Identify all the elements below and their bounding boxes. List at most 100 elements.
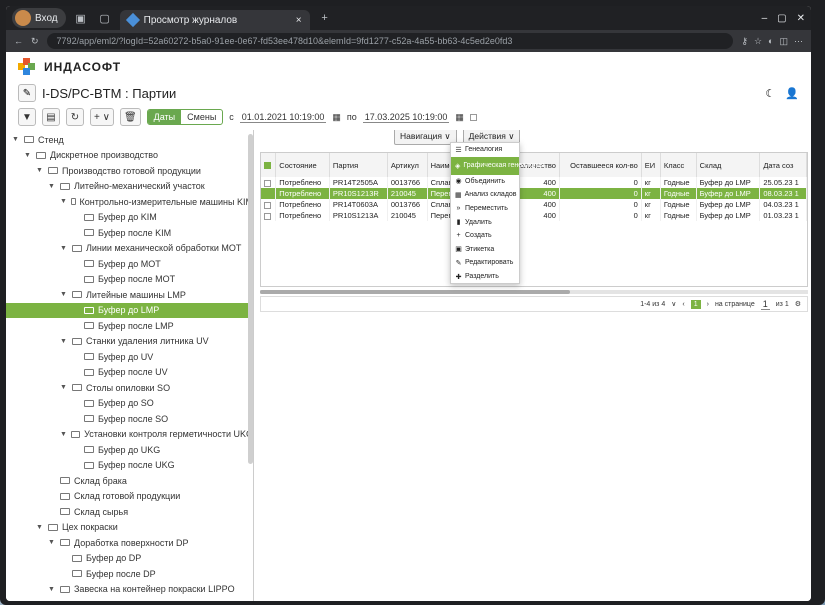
- table-row[interactable]: ПотребленоPR10S1213R210045Переплав Аллан…: [261, 188, 807, 199]
- tree-node[interactable]: ▼ Доработка поверхности DP: [6, 535, 253, 551]
- prev-page-icon[interactable]: ‹: [682, 301, 684, 308]
- chevron-down-icon[interactable]: ▼: [12, 136, 20, 143]
- tree-node[interactable]: ▼ Станки удаления литника UV: [6, 334, 253, 350]
- tree-node[interactable]: Склад готовой продукции: [6, 489, 253, 505]
- profile-button[interactable]: Вход: [12, 8, 66, 28]
- column-header[interactable]: Партия: [329, 153, 388, 177]
- tree-node[interactable]: Буфер после UKG: [6, 458, 253, 474]
- row-checkbox[interactable]: [264, 201, 271, 209]
- calendar-icon[interactable]: ▦: [455, 112, 464, 123]
- calendar-icon[interactable]: ▦: [332, 112, 341, 123]
- menu-item[interactable]: ◈ Графическая генеалогия: [451, 156, 544, 175]
- table-row[interactable]: ПотребленоPR10S1213A210045Переплав Алав4…: [261, 210, 807, 221]
- filter-icon[interactable]: ▼: [18, 108, 36, 126]
- chevron-down-icon[interactable]: ▼: [36, 167, 44, 174]
- column-header[interactable]: Состояние: [275, 153, 330, 177]
- edit-journal-icon[interactable]: ✎: [18, 84, 36, 102]
- per-page-input[interactable]: 1: [760, 299, 770, 310]
- maximize-icon[interactable]: ▢: [777, 13, 786, 24]
- refresh-icon[interactable]: ↻: [66, 108, 84, 126]
- tree-node[interactable]: ▼ Цех покраски: [6, 520, 253, 536]
- tab-dates[interactable]: Даты: [147, 110, 182, 124]
- chevron-down-icon[interactable]: ▼: [36, 524, 44, 531]
- user-icon[interactable]: 👤: [785, 87, 799, 100]
- tree-node[interactable]: Склад брака: [6, 473, 253, 489]
- tree-node[interactable]: Буфер до KIM: [6, 210, 253, 226]
- current-page[interactable]: 1: [690, 299, 701, 309]
- close-window-icon[interactable]: ✕: [797, 13, 805, 24]
- chevron-down-icon[interactable]: ▼: [48, 183, 56, 190]
- navigation-dropdown[interactable]: Навигация ∨: [394, 130, 457, 145]
- minimize-icon[interactable]: –: [762, 13, 768, 24]
- column-header[interactable]: Склад: [696, 153, 761, 177]
- period-checkbox[interactable]: [469, 113, 477, 121]
- chevron-down-icon[interactable]: ▼: [60, 198, 67, 205]
- tree-node[interactable]: Буфер до SO: [6, 396, 253, 412]
- tree-node[interactable]: ▼ Литейно-механический участок: [6, 179, 253, 195]
- tree-node[interactable]: Буфер до UKG: [6, 442, 253, 458]
- chevron-down-icon[interactable]: ▼: [60, 431, 67, 438]
- url-field[interactable]: 7792/app/eml2/?logId=52a60272-b5a0-91ee-…: [46, 33, 734, 49]
- chevron-down-icon[interactable]: ∨: [671, 300, 676, 308]
- tab-groups-icon[interactable]: ▣: [72, 9, 90, 27]
- menu-item[interactable]: ☰ Генеалогия: [451, 143, 519, 157]
- key-icon[interactable]: ⚷: [741, 36, 748, 47]
- tree-node[interactable]: Буфер до UV: [6, 349, 253, 365]
- add-button[interactable]: + ∨: [90, 108, 114, 126]
- tree-node[interactable]: Буфер после MOT: [6, 272, 253, 288]
- column-header[interactable]: Класс: [660, 153, 697, 177]
- chevron-down-icon[interactable]: ▼: [60, 291, 68, 298]
- from-date-input[interactable]: 01.01.2021 10:19:00: [239, 112, 327, 123]
- to-date-input[interactable]: 17.03.2025 10:19:00: [362, 112, 450, 123]
- column-header[interactable]: Оставшееся кол-во: [559, 153, 642, 177]
- tree-node[interactable]: Буфер после DP: [6, 566, 253, 582]
- menu-item[interactable]: ▣ Этикетка: [451, 243, 519, 257]
- tree-node[interactable]: ▼ Контрольно-измерительные машины KIM: [6, 194, 253, 210]
- extensions-icon[interactable]: ◐: [768, 36, 773, 47]
- tree-node[interactable]: Буфер до LMP: [6, 302, 253, 318]
- chevron-down-icon[interactable]: ▼: [60, 245, 68, 252]
- browser-tab[interactable]: Просмотр журналов ×: [119, 10, 310, 30]
- tree-node[interactable]: Склад сырья: [6, 504, 253, 520]
- star-icon[interactable]: ☆: [754, 36, 762, 47]
- settings-icon[interactable]: ⚙: [795, 300, 801, 308]
- tree-node[interactable]: ▼ Производство готовой продукции: [6, 163, 253, 179]
- chevron-down-icon[interactable]: ▼: [24, 152, 32, 159]
- column-header[interactable]: Артикул: [387, 153, 428, 177]
- new-tab-button[interactable]: +: [316, 9, 334, 27]
- menu-item[interactable]: ◉ Объединить: [451, 175, 519, 189]
- tree-node[interactable]: Буфер до DP: [6, 551, 253, 567]
- tree-node[interactable]: ▼ Установки контроля герметичности UKG: [6, 427, 253, 443]
- reload-icon[interactable]: ↻: [31, 36, 39, 47]
- back-icon[interactable]: ←: [14, 36, 23, 46]
- tab-shifts[interactable]: Смены: [181, 110, 222, 124]
- tree-node[interactable]: ▼ Литейные машины LMP: [6, 287, 253, 303]
- menu-item[interactable]: ▦ Анализ складов: [451, 188, 519, 202]
- table-row[interactable]: Потреблено PR14T2505A 0013766 Сплав АТ 400 0 к…: [261, 177, 807, 188]
- trash-icon[interactable]: 🗑: [119, 108, 141, 126]
- menu-icon[interactable]: ⋯: [794, 36, 803, 47]
- chevron-down-icon[interactable]: ▼: [48, 539, 56, 546]
- close-tab-icon[interactable]: ×: [296, 15, 302, 26]
- tree-node[interactable]: Буфер после UV: [6, 365, 253, 381]
- tab-list-icon[interactable]: ▢: [96, 9, 114, 27]
- tree-node[interactable]: Буфер после KIM: [6, 225, 253, 241]
- split-view-icon[interactable]: ◫: [779, 36, 788, 47]
- tree-node[interactable]: ▼ Завеска на контейнер покраски LIPPO: [6, 582, 253, 598]
- chevron-down-icon[interactable]: ▼: [48, 586, 56, 593]
- row-checkbox[interactable]: [264, 190, 271, 198]
- menu-item[interactable]: ✎ Редактировать: [451, 256, 519, 270]
- table-row[interactable]: ПотребленоPR14T0603A0013766Сплав АТа4000…: [261, 199, 807, 210]
- tree-node[interactable]: Буфер после SO: [6, 411, 253, 427]
- menu-item[interactable]: ✚ Разделить: [451, 270, 519, 284]
- tree-node[interactable]: Буфер после LMP: [6, 318, 253, 334]
- chevron-down-icon[interactable]: ▼: [60, 338, 68, 345]
- tree-node[interactable]: ▼ Дискретное производство: [6, 148, 253, 164]
- tree-scrollbar[interactable]: [248, 134, 253, 464]
- tree-node[interactable]: ▼ Стенд: [6, 132, 253, 148]
- row-checkbox[interactable]: [264, 179, 271, 187]
- row-checkbox[interactable]: [264, 212, 271, 220]
- chevron-down-icon[interactable]: ▼: [60, 384, 68, 391]
- menu-item[interactable]: + Создать: [451, 229, 519, 243]
- tree-node[interactable]: ▼ Столы опиловки SO: [6, 380, 253, 396]
